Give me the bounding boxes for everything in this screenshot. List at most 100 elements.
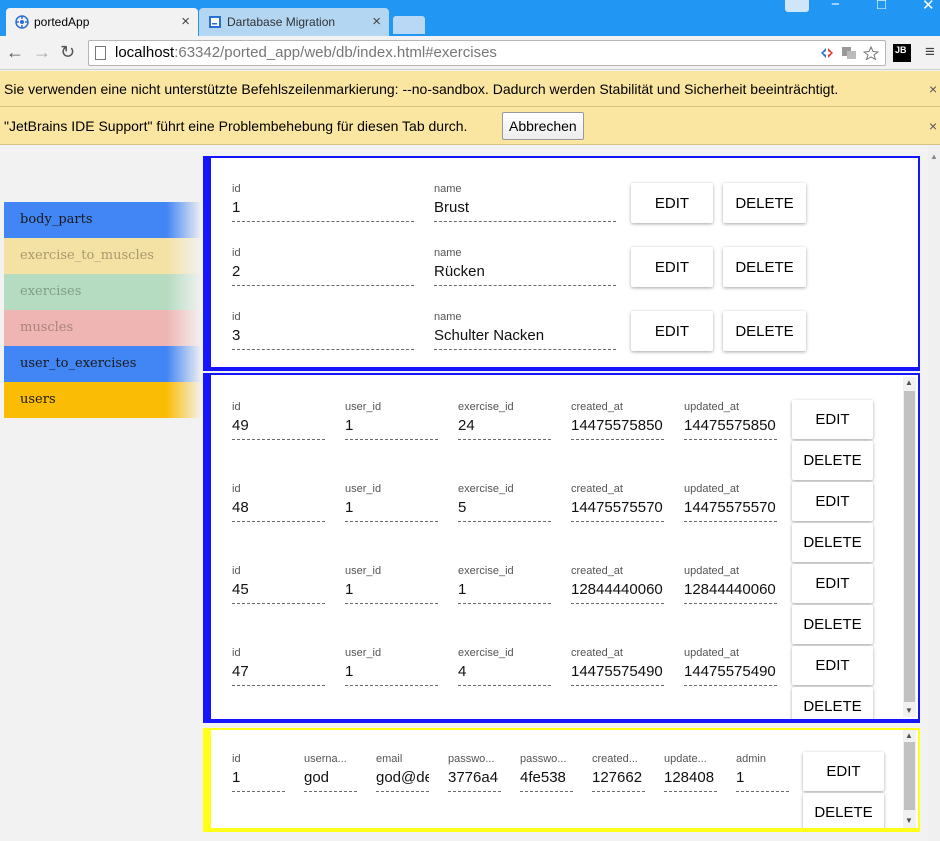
- scroll-down-icon[interactable]: ▼: [905, 817, 913, 825]
- jetbrains-extension-icon[interactable]: JB: [893, 44, 911, 62]
- translate-icon[interactable]: [841, 46, 857, 60]
- field-value[interactable]: 1: [345, 580, 438, 604]
- edit-button[interactable]: EDIT: [631, 311, 713, 351]
- field-value[interactable]: 49: [232, 416, 325, 440]
- edit-button[interactable]: EDIT: [803, 752, 884, 791]
- menu-icon[interactable]: ≡: [925, 42, 935, 62]
- new-tab-button[interactable]: [393, 16, 425, 34]
- field-value[interactable]: 1: [345, 498, 438, 522]
- sandbox-warning-text: Sie verwenden eine nicht unterstützte Be…: [4, 81, 839, 97]
- edit-button[interactable]: EDIT: [631, 183, 713, 223]
- tab-portedapp[interactable]: portedApp ×: [6, 8, 198, 36]
- browser-titlebar: portedApp × Dartabase Migration × − □ ✕: [0, 0, 940, 36]
- field-value[interactable]: 1: [345, 416, 438, 440]
- field-value[interactable]: 14475575850: [684, 416, 777, 440]
- profile-icon[interactable]: [785, 0, 809, 12]
- edit-button[interactable]: EDIT: [792, 482, 873, 521]
- back-arrow-icon[interactable]: ←: [6, 42, 24, 63]
- field-id: id 1: [232, 183, 414, 223]
- delete-button[interactable]: DELETE: [803, 793, 884, 828]
- field-value[interactable]: 127662: [592, 768, 645, 792]
- field-label: id: [232, 565, 241, 577]
- forward-arrow-icon[interactable]: →: [33, 42, 51, 63]
- delete-button[interactable]: DELETE: [723, 247, 806, 287]
- edit-button[interactable]: EDIT: [792, 564, 873, 603]
- field-value[interactable]: 1: [345, 662, 438, 686]
- sidebar-item-exercises[interactable]: exercises: [4, 274, 202, 310]
- field-value[interactable]: 14475575490: [684, 662, 777, 686]
- scroll-thumb[interactable]: [904, 742, 915, 810]
- delete-button[interactable]: DELETE: [792, 605, 873, 644]
- field-value[interactable]: 2: [232, 262, 414, 286]
- field-value[interactable]: 24: [458, 416, 551, 440]
- user-to-exercises-scrollbar[interactable]: ▲ ▼: [903, 377, 916, 717]
- reload-icon[interactable]: ↻: [60, 42, 75, 63]
- delete-button[interactable]: DELETE: [723, 183, 806, 223]
- field-id: id 45: [232, 565, 325, 605]
- sandbox-warning-bar: Sie verwenden eine nicht unterstützte Be…: [0, 71, 940, 107]
- delete-button[interactable]: DELETE: [792, 523, 873, 562]
- users-scrollbar[interactable]: ▲ ▼: [903, 730, 916, 828]
- field-value[interactable]: 5: [458, 498, 551, 522]
- field-created-at: created_at 14475575490: [571, 647, 664, 687]
- scroll-up-icon[interactable]: ▲: [905, 732, 913, 740]
- tab-dartabase-migration[interactable]: Dartabase Migration ×: [199, 8, 389, 36]
- tab-close-icon[interactable]: ×: [372, 8, 381, 36]
- field-value[interactable]: Rücken: [434, 262, 616, 286]
- delete-button[interactable]: DELETE: [792, 441, 873, 480]
- cancel-debug-button[interactable]: Abbrechen: [502, 112, 584, 140]
- field-value[interactable]: 48: [232, 498, 325, 522]
- field-value[interactable]: 3: [232, 326, 414, 350]
- field-value[interactable]: 128408: [664, 768, 717, 792]
- sidebar-item-users[interactable]: users: [4, 382, 202, 418]
- field-value[interactable]: 3776a4: [448, 768, 501, 792]
- field-value[interactable]: 12844440060: [571, 580, 664, 604]
- field-label: email: [376, 753, 403, 765]
- edit-button[interactable]: EDIT: [792, 400, 873, 439]
- field-value[interactable]: 14475575570: [571, 498, 664, 522]
- field-value[interactable]: 1: [232, 768, 285, 792]
- field-value[interactable]: Brust: [434, 198, 616, 222]
- scroll-up-icon[interactable]: ▲: [905, 379, 913, 387]
- field-value[interactable]: 4fe538: [520, 768, 573, 792]
- field-updated-at: updated_at 14475575490: [684, 647, 777, 687]
- field-label: userna...: [304, 753, 347, 765]
- field-value[interactable]: 4: [458, 662, 551, 686]
- scroll-thumb[interactable]: [904, 391, 915, 702]
- field-value[interactable]: 45: [232, 580, 325, 604]
- field-value[interactable]: 1: [458, 580, 551, 604]
- tab-close-icon[interactable]: ×: [181, 8, 190, 36]
- minimize-icon[interactable]: −: [831, 0, 840, 13]
- field-value[interactable]: 1: [232, 198, 414, 222]
- delete-button[interactable]: DELETE: [723, 311, 806, 351]
- field-value[interactable]: 12844440060: [684, 580, 777, 604]
- address-bar[interactable]: localhost:63342/ported_app/web/db/index.…: [88, 40, 886, 66]
- field-value[interactable]: 14475575490: [571, 662, 664, 686]
- edit-button[interactable]: EDIT: [631, 247, 713, 287]
- edit-button[interactable]: EDIT: [792, 646, 873, 685]
- dart-extension-icon[interactable]: [819, 46, 835, 60]
- scroll-up-icon[interactable]: ▲: [930, 152, 938, 161]
- close-icon[interactable]: ×: [929, 107, 937, 145]
- sidebar-item-body-parts[interactable]: body_parts: [4, 202, 202, 238]
- field-value[interactable]: Schulter Nacken: [434, 326, 616, 350]
- field-value[interactable]: 14475575570: [684, 498, 777, 522]
- field-value[interactable]: god: [304, 768, 357, 792]
- maximize-icon[interactable]: □: [877, 0, 886, 13]
- scroll-down-icon[interactable]: ▼: [905, 707, 913, 715]
- page-scrollbar[interactable]: ▲: [928, 146, 940, 841]
- field-label: id: [232, 311, 241, 323]
- sidebar-item-exercise-to-muscles[interactable]: exercise_to_muscles: [4, 238, 202, 274]
- delete-button[interactable]: DELETE: [792, 687, 873, 719]
- close-icon[interactable]: ×: [929, 71, 937, 107]
- field-value[interactable]: 47: [232, 662, 325, 686]
- sidebar-item-user-to-exercises[interactable]: user_to_exercises: [4, 346, 202, 382]
- sidebar-item-muscles[interactable]: muscles: [4, 310, 202, 346]
- close-window-icon[interactable]: ✕: [922, 0, 935, 14]
- field-email: email god@de: [376, 753, 429, 793]
- field-value[interactable]: god@de: [376, 768, 429, 792]
- field-value[interactable]: 1: [736, 768, 789, 792]
- field-user-id: user_id 1: [345, 401, 438, 441]
- field-value[interactable]: 14475575850: [571, 416, 664, 440]
- bookmark-star-icon[interactable]: [863, 46, 879, 60]
